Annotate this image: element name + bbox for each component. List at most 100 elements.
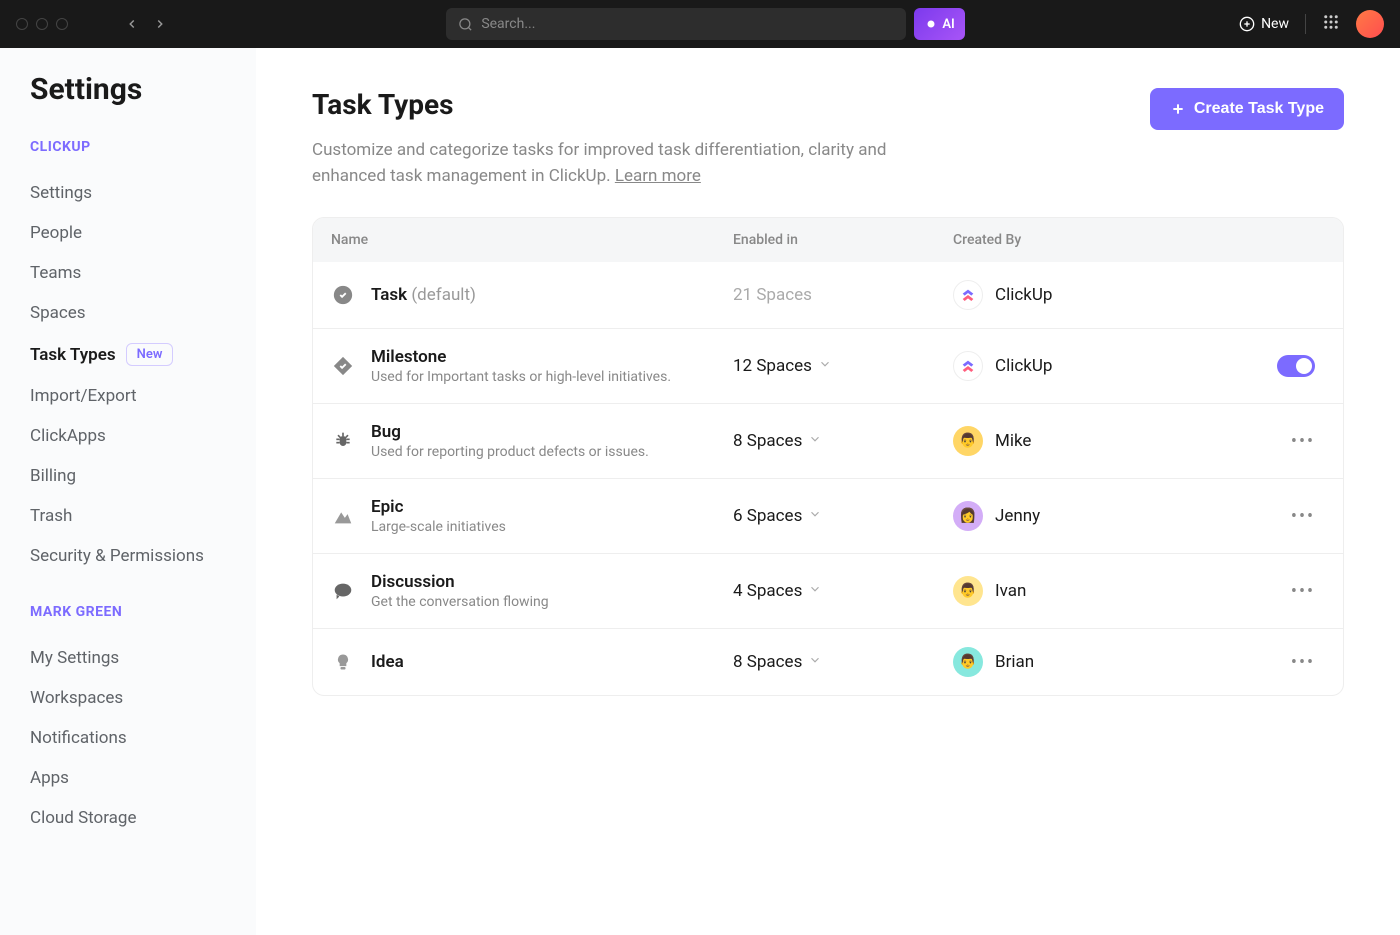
nav-arrows: [120, 12, 172, 36]
sidebar-item-label: People: [30, 223, 82, 243]
sidebar-item-settings[interactable]: Settings: [30, 173, 240, 213]
sidebar-item-label: My Settings: [30, 648, 119, 668]
new-badge: New: [126, 343, 174, 366]
sidebar-section-workspace: CLICKUP: [30, 139, 240, 155]
chat-icon: [331, 579, 355, 603]
user-avatar[interactable]: [1356, 10, 1384, 38]
sidebar-item-label: Spaces: [30, 303, 86, 323]
window-controls: [16, 18, 68, 30]
column-header-enabled: Enabled in: [733, 232, 953, 248]
close-window-icon[interactable]: [16, 18, 28, 30]
sidebar-item-spaces[interactable]: Spaces: [30, 293, 240, 333]
search-input[interactable]: Search...: [446, 8, 906, 40]
more-options-button[interactable]: •••: [1291, 579, 1315, 603]
table-row[interactable]: Task (default) 21 Spaces ClickUp: [313, 262, 1343, 328]
sidebar-item-label: Settings: [30, 183, 92, 203]
created-by: ClickUp: [953, 280, 1173, 310]
sidebar-item-security-permissions[interactable]: Security & Permissions: [30, 536, 240, 576]
minimize-window-icon[interactable]: [36, 18, 48, 30]
creator-avatar: [953, 351, 983, 381]
creator-name: Ivan: [995, 581, 1026, 601]
more-options-button[interactable]: •••: [1291, 504, 1315, 528]
sidebar-item-clickapps[interactable]: ClickApps: [30, 416, 240, 456]
enabled-in-dropdown[interactable]: 4 Spaces: [733, 581, 953, 601]
search-placeholder: Search...: [481, 16, 535, 32]
sidebar-item-workspaces[interactable]: Workspaces: [30, 678, 240, 718]
sidebar-item-cloud-storage[interactable]: Cloud Storage: [30, 798, 240, 838]
sidebar: Settings CLICKUP Settings People Teams Spac…: [0, 48, 256, 935]
content: Task Types Create Task Type Customize an…: [256, 48, 1400, 935]
task-type-description: Get the conversation flowing: [371, 594, 549, 610]
creator-avatar: 👨: [953, 576, 983, 606]
creator-avatar: 👨: [953, 647, 983, 677]
creator-avatar: [953, 280, 983, 310]
sidebar-title: Settings: [30, 72, 240, 107]
sidebar-item-my-settings[interactable]: My Settings: [30, 638, 240, 678]
enabled-in-dropdown[interactable]: 12 Spaces: [733, 356, 953, 376]
sidebar-item-people[interactable]: People: [30, 213, 240, 253]
sidebar-item-teams[interactable]: Teams: [30, 253, 240, 293]
creator-name: Mike: [995, 431, 1031, 451]
creator-name: Jenny: [995, 506, 1040, 526]
sidebar-item-label: Apps: [30, 768, 69, 788]
created-by: ClickUp: [953, 351, 1173, 381]
more-options-button[interactable]: •••: [1291, 429, 1315, 453]
sidebar-item-label: ClickApps: [30, 426, 106, 446]
table-row[interactable]: Milestone Used for Important tasks or hi…: [313, 328, 1343, 403]
page-title: Task Types: [312, 88, 453, 121]
creator-avatar: 👨: [953, 426, 983, 456]
table-row[interactable]: Bug Used for reporting product defects o…: [313, 403, 1343, 478]
diamond-check-icon: [331, 354, 355, 378]
ai-sparkle-icon: [924, 17, 938, 31]
sidebar-item-import-export[interactable]: Import/Export: [30, 376, 240, 416]
create-task-type-button[interactable]: Create Task Type: [1150, 88, 1344, 130]
sidebar-item-trash[interactable]: Trash: [30, 496, 240, 536]
search-icon: [458, 17, 473, 32]
enable-toggle[interactable]: [1277, 355, 1315, 377]
enabled-in-dropdown[interactable]: 8 Spaces: [733, 652, 953, 672]
ai-button[interactable]: AI: [914, 8, 964, 40]
created-by: 👨 Mike: [953, 426, 1173, 456]
created-by: 👨 Ivan: [953, 576, 1173, 606]
more-options-button[interactable]: •••: [1291, 650, 1315, 674]
chevron-down-icon: [818, 356, 832, 376]
enabled-in-dropdown[interactable]: 8 Spaces: [733, 431, 953, 451]
creator-name: ClickUp: [995, 285, 1052, 305]
chevron-down-icon: [808, 431, 822, 451]
sidebar-item-billing[interactable]: Billing: [30, 456, 240, 496]
sidebar-item-task-types[interactable]: Task Types New: [30, 333, 240, 376]
topbar: Search... AI New: [0, 0, 1400, 48]
task-type-name: Bug: [371, 422, 649, 442]
sidebar-item-label: Cloud Storage: [30, 808, 137, 828]
task-type-name: Task (default): [371, 285, 476, 305]
column-header-created: Created By: [953, 232, 1173, 248]
table-row[interactable]: Epic Large-scale initiatives6 Spaces👩Jen…: [313, 478, 1343, 553]
sidebar-item-label: Billing: [30, 466, 76, 486]
creator-name: Brian: [995, 652, 1034, 672]
chevron-down-icon: [808, 581, 822, 601]
sidebar-item-apps[interactable]: Apps: [30, 758, 240, 798]
apps-grid-button[interactable]: [1322, 13, 1340, 35]
new-button[interactable]: New: [1239, 16, 1289, 32]
chevron-down-icon: [808, 506, 822, 526]
learn-more-link[interactable]: Learn more: [615, 166, 701, 186]
enabled-in-dropdown[interactable]: 6 Spaces: [733, 506, 953, 526]
maximize-window-icon[interactable]: [56, 18, 68, 30]
divider-icon: [1305, 14, 1306, 34]
created-by: 👨 Brian: [953, 647, 1173, 677]
task-types-table: Name Enabled in Created By Task (default…: [312, 217, 1344, 696]
plus-circle-icon: [1239, 16, 1255, 32]
page-description: Customize and categorize tasks for impro…: [312, 138, 952, 189]
nav-forward-button[interactable]: [148, 12, 172, 36]
sidebar-item-label: Workspaces: [30, 688, 123, 708]
nav-back-button[interactable]: [120, 12, 144, 36]
table-row[interactable]: Discussion Get the conversation flowing4…: [313, 553, 1343, 628]
sidebar-item-notifications[interactable]: Notifications: [30, 718, 240, 758]
plus-icon: [1170, 101, 1186, 117]
sidebar-item-label: Import/Export: [30, 386, 137, 406]
bulb-icon: [331, 650, 355, 674]
table-row[interactable]: Idea 8 Spaces👨Brian•••: [313, 628, 1343, 695]
enabled-in-dropdown: 21 Spaces: [733, 285, 953, 305]
sidebar-item-label: Task Types: [30, 345, 116, 365]
created-by: 👩Jenny: [953, 501, 1173, 531]
